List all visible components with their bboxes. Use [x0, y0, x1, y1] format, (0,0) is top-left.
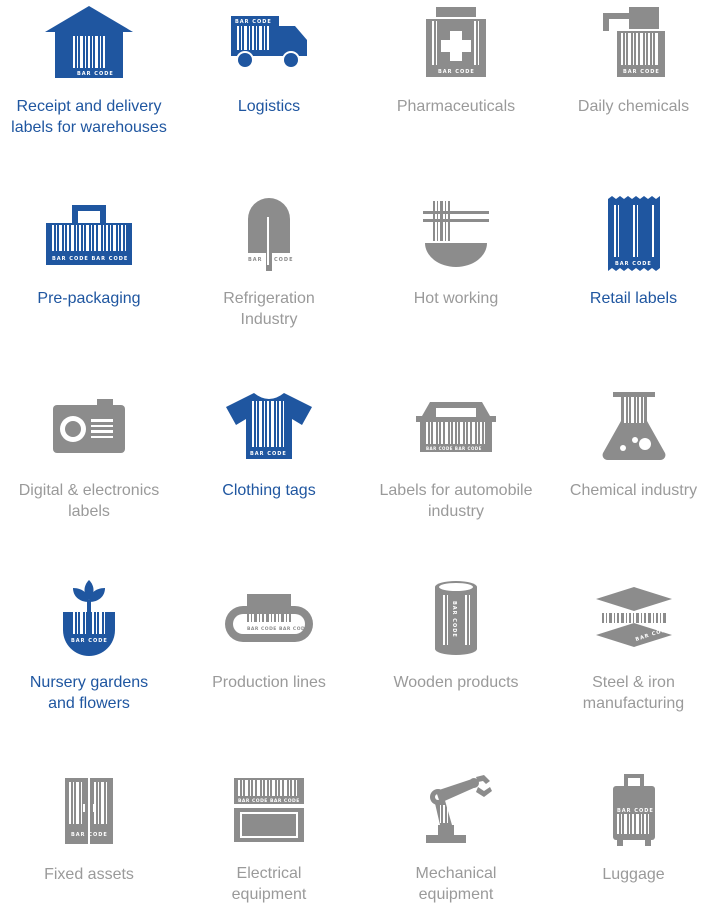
plant-pot-icon: BAR CODE — [39, 578, 139, 658]
barcode-text: BAR CODE — [77, 71, 114, 77]
industry-item-electrical-equipment[interactable]: BAR CODE BAR CODE Electrical equipment — [178, 768, 360, 905]
industry-label: Luggage — [602, 866, 665, 883]
industry-item-hot-working[interactable]: Hot working — [360, 192, 552, 384]
conveyor-belt-icon: BAR CODE BAR CODE — [219, 578, 319, 658]
t-shirt-icon: BAR CODE — [219, 386, 319, 466]
car-icon: BAR CODE BAR CODE — [406, 386, 506, 466]
industry-label: Refrigeration Industry — [223, 290, 315, 328]
barcode-text: BAR CODE — [235, 19, 272, 25]
industry-item-steel-iron[interactable]: BAR CODE Steel & iron manufacturing — [552, 576, 715, 768]
industry-item-luggage[interactable]: BAR CODE Luggage — [552, 768, 715, 905]
spray-bottle-icon: BAR CODE — [584, 2, 684, 82]
industry-item-wooden-products[interactable]: BAR CODE Wooden products — [360, 576, 552, 768]
barcode-text: BAR CODE BAR CODE — [426, 446, 482, 451]
barcode-text: BAR CODE — [615, 261, 652, 267]
cabinet-icon: BAR CODE — [39, 770, 139, 850]
barcode-text: BAR CODE — [451, 601, 457, 638]
snack-package-icon: BAR CODE — [584, 194, 684, 274]
barcode-text: CODE — [274, 257, 294, 263]
industry-item-production-lines[interactable]: BAR CODE BAR CODE Production lines — [178, 576, 360, 768]
industry-label: Production lines — [212, 674, 326, 691]
medicine-box-icon: BAR CODE — [406, 2, 506, 82]
industry-label: Labels for automobile industry — [379, 482, 533, 520]
industry-item-nursery[interactable]: BAR CODE Nursery gardens and flowers — [0, 576, 178, 768]
barcode-text: BAR CODE — [623, 69, 660, 75]
industry-item-chemical-industry[interactable]: Chemical industry — [552, 384, 715, 576]
steel-plate-icon: BAR CODE — [584, 578, 684, 658]
industry-item-clothing-tags[interactable]: BAR CODE Clothing tags — [178, 384, 360, 576]
suitcase-icon: BAR CODE — [584, 770, 684, 850]
electrical-box-icon: BAR CODE BAR CODE — [219, 770, 319, 849]
industry-item-daily-chemicals[interactable]: BAR CODE Daily chemicals — [552, 0, 715, 192]
industry-label: Receipt and delivery labels for warehous… — [11, 98, 167, 136]
industry-item-fixed-assets[interactable]: BAR CODE Fixed assets — [0, 768, 178, 905]
barcode-text: BAR CODE — [438, 69, 475, 75]
industry-item-digital-electronics[interactable]: Digital & electronics labels — [0, 384, 178, 576]
industry-label: Hot working — [413, 290, 499, 307]
industry-label: Chemical industry — [569, 482, 698, 499]
industry-item-retail-labels[interactable]: BAR CODE Retail labels — [552, 192, 715, 384]
barcode-text: BAR CODE BAR CODE — [52, 256, 128, 262]
barcode-text: BAR CODE — [617, 808, 654, 814]
shopping-bag-icon: BAR CODE BAR CODE — [39, 194, 139, 274]
industry-label: Pharmaceuticals — [396, 98, 516, 115]
truck-icon: BAR CODE — [219, 2, 319, 82]
industry-label: Wooden products — [393, 674, 519, 691]
industry-item-pharmaceuticals[interactable]: BAR CODE Pharmaceuticals — [360, 0, 552, 192]
log-icon: BAR CODE — [406, 578, 506, 658]
industry-label: Daily chemicals — [577, 98, 690, 115]
barcode-text: BAR CODE — [250, 451, 287, 457]
ice-pop-icon: BAR CODE — [219, 194, 319, 274]
camera-icon — [39, 386, 139, 466]
industry-item-refrigeration[interactable]: BAR CODE Refrigeration Industry — [178, 192, 360, 384]
industry-item-logistics[interactable]: BAR CODE Logistics — [178, 0, 360, 192]
industry-label: Logistics — [237, 98, 301, 115]
flask-icon — [584, 386, 684, 466]
industry-label: Fixed assets — [44, 866, 134, 883]
industry-item-pre-packaging[interactable]: BAR CODE BAR CODE Pre-packaging — [0, 192, 178, 384]
barcode-text: BAR — [248, 257, 263, 263]
robot-arm-icon — [406, 770, 506, 849]
industry-item-warehouse[interactable]: BAR CODE Receipt and delivery labels for… — [0, 0, 178, 192]
industry-item-automobile[interactable]: BAR CODE BAR CODE Labels for automobile … — [360, 384, 552, 576]
industry-label: Retail labels — [589, 290, 678, 307]
barcode-text: BAR CODE BAR CODE — [238, 798, 300, 804]
barcode-text: BAR CODE BAR CODE — [247, 626, 309, 632]
noodle-bowl-icon — [406, 194, 506, 274]
industry-label: Digital & electronics labels — [18, 482, 160, 520]
warehouse-icon: BAR CODE — [39, 2, 139, 82]
industry-item-mechanical-equipment[interactable]: Mechanical equipment — [360, 768, 552, 905]
industry-label: Electrical equipment — [231, 865, 307, 903]
industry-label: Pre-packaging — [37, 290, 141, 307]
industry-label: Nursery gardens and flowers — [29, 674, 149, 712]
barcode-text: BAR CODE — [71, 638, 108, 644]
industry-grid: BAR CODE Receipt and delivery labels for… — [0, 0, 715, 905]
industry-label: Clothing tags — [222, 482, 316, 499]
industry-label: Mechanical equipment — [415, 865, 497, 903]
barcode-text: BAR CODE — [71, 832, 108, 838]
industry-label: Steel & iron manufacturing — [582, 674, 685, 712]
